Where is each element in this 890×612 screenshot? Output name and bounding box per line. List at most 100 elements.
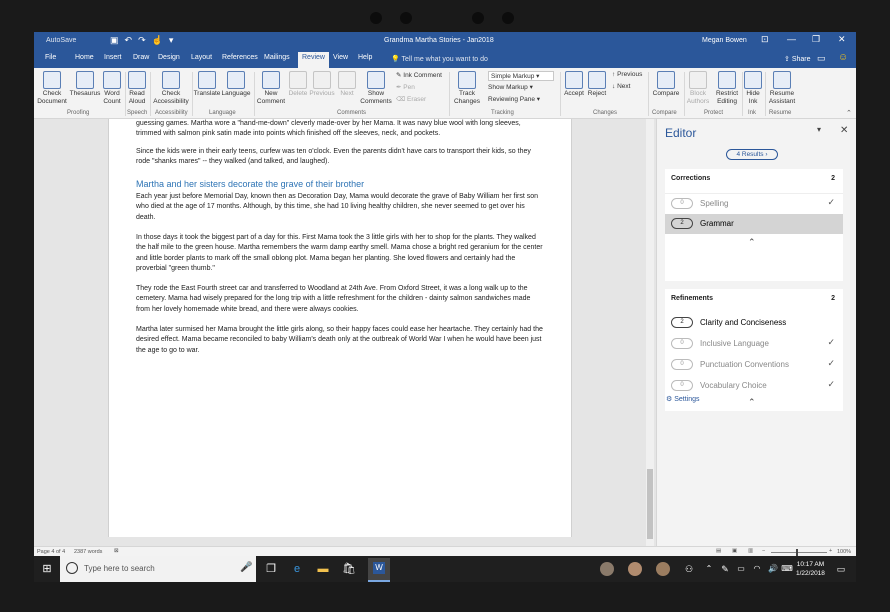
compare-button[interactable]: Compare (649, 71, 683, 98)
previous-comment-button[interactable]: Previous (308, 71, 336, 98)
edge-icon[interactable]: e (290, 562, 304, 576)
show-comments-button[interactable]: Show Comments (358, 71, 394, 106)
share-button[interactable]: ⇪ Share (784, 55, 811, 63)
reject-button[interactable]: Reject (585, 71, 609, 98)
tab-view[interactable]: View (333, 54, 348, 61)
pen-button[interactable]: ✒ Pen (396, 83, 415, 91)
language-button[interactable]: Language (221, 71, 251, 98)
volume-icon[interactable]: 🔊 (766, 562, 780, 576)
print-layout-icon[interactable]: ▣ (732, 548, 737, 554)
save-icon[interactable]: ▣ (110, 35, 119, 46)
tab-help[interactable]: Help (358, 54, 372, 61)
touch-mode-icon[interactable]: ☝ (152, 35, 163, 46)
keyboard-icon[interactable]: ⌨ (780, 562, 794, 576)
scrollbar-thumb[interactable] (647, 469, 653, 539)
reviewing-pane-button[interactable]: Reviewing Pane ▾ (488, 95, 540, 103)
word-count[interactable]: 2387 words (74, 549, 102, 555)
document-page[interactable]: guessing games. Martha wore a "hand-me-d… (108, 119, 572, 537)
people-avatar[interactable] (656, 562, 670, 576)
read-mode-icon[interactable]: ▤ (716, 548, 721, 554)
refinement-vocabulary[interactable]: 0 Vocabulary Choice ✓ (665, 376, 843, 396)
refinement-clarity[interactable]: 2 Clarity and Conciseness (665, 313, 843, 333)
resume-assistant-button[interactable]: Resume Assistant (766, 71, 798, 106)
people-avatar[interactable] (628, 562, 642, 576)
smiley-feedback-icon[interactable]: ☺ (838, 52, 848, 63)
store-icon[interactable]: 🛍 (342, 562, 356, 576)
zoom-out-icon[interactable]: − (762, 548, 765, 554)
ribbon-display-icon[interactable]: ⊡ (761, 34, 769, 45)
delete-comment-button[interactable]: Delete (286, 71, 310, 98)
hide-ink-button[interactable]: Hide Ink (742, 71, 764, 106)
tab-insert[interactable]: Insert (104, 54, 122, 61)
undo-icon[interactable]: ↶ (125, 35, 133, 46)
vertical-scrollbar[interactable] (646, 119, 654, 546)
user-name[interactable]: Megan Bowen (702, 37, 747, 44)
translate-button[interactable]: Translate (192, 71, 222, 98)
tab-home[interactable]: Home (75, 54, 94, 61)
autosave-toggle[interactable]: AutoSave (46, 37, 76, 44)
new-comment-button[interactable]: New Comment (254, 71, 288, 106)
previous-change-button[interactable]: ↑ Previous (612, 71, 642, 78)
microphone-icon[interactable]: 🎤 (240, 562, 252, 573)
correction-grammar[interactable]: 2 Grammar (665, 214, 843, 234)
tab-references[interactable]: References (222, 54, 258, 61)
refinement-punctuation[interactable]: 0 Punctuation Conventions ✓ (665, 355, 843, 375)
settings-link[interactable]: ⚙ Settings (666, 395, 700, 403)
tab-layout[interactable]: Layout (191, 54, 212, 61)
customize-qat-icon[interactable]: ▾ (169, 35, 174, 46)
zoom-slider[interactable] (771, 549, 827, 556)
next-comment-button[interactable]: Next (336, 71, 358, 98)
word-taskbar-icon[interactable]: W (368, 558, 390, 582)
check-accessibility-button[interactable]: Check Accessibility (151, 71, 191, 106)
taskbar-clock[interactable]: 10:17 AM 1/22/2018 (796, 560, 825, 578)
tab-design[interactable]: Design (158, 54, 180, 61)
collapse-chevron-icon[interactable]: ⌃ (748, 237, 756, 248)
pane-options-icon[interactable]: ▾ (817, 125, 821, 134)
markup-view-select[interactable]: Simple Markup ▾ (488, 71, 554, 81)
collapse-ribbon-icon[interactable]: ⌃ (846, 109, 852, 117)
comments-icon[interactable]: ▭ (817, 53, 826, 64)
proofing-status-icon[interactable]: ⊠ (114, 548, 119, 554)
people-icon[interactable]: ⚇ (682, 562, 696, 576)
zoom-level[interactable]: 100% (837, 549, 851, 555)
tell-me-search[interactable]: 💡 Tell me what you want to do (391, 55, 488, 63)
restrict-editing-button[interactable]: Restrict Editing (711, 71, 743, 106)
tab-draw[interactable]: Draw (133, 54, 149, 61)
minimize-button[interactable]: — (787, 34, 796, 44)
refinement-inclusive-language[interactable]: 0 Inclusive Language ✓ (665, 334, 843, 354)
eraser-button[interactable]: ⌫ Eraser (396, 95, 426, 103)
file-explorer-icon[interactable]: ▬ (316, 562, 330, 576)
windows-start-icon[interactable]: ⊞ (40, 562, 54, 576)
zoom-slider-thumb[interactable] (796, 549, 798, 556)
restore-button[interactable]: ❐ (812, 34, 820, 45)
taskbar-search[interactable]: Type here to search 🎤 (60, 556, 256, 582)
correction-spelling[interactable]: 0 Spelling ✓ (665, 193, 843, 214)
show-markup-button[interactable]: Show Markup ▾ (488, 83, 533, 91)
action-center-icon[interactable]: ▭ (834, 562, 848, 576)
close-button[interactable]: ✕ (838, 34, 846, 45)
results-button[interactable]: 4 Results › (726, 149, 778, 160)
pen-workspace-icon[interactable]: ✎ (718, 562, 732, 576)
zoom-in-icon[interactable]: + (829, 548, 832, 554)
page-indicator[interactable]: Page 4 of 4 (37, 549, 65, 555)
track-changes-button[interactable]: Track Changes (450, 71, 484, 106)
redo-icon[interactable]: ↷ (138, 35, 146, 46)
task-view-icon[interactable]: ❐ (264, 562, 278, 576)
read-aloud-button[interactable]: Read Aloud (126, 71, 148, 106)
next-change-button[interactable]: ↓ Next (612, 83, 630, 90)
word-count-button[interactable]: Word Count (101, 71, 123, 106)
close-icon[interactable]: ✕ (840, 125, 848, 136)
ink-comment-button[interactable]: ✎ Ink Comment (396, 71, 442, 79)
tab-review[interactable]: Review (298, 52, 329, 68)
thesaurus-button[interactable]: Thesaurus (68, 71, 102, 98)
accept-button[interactable]: Accept (562, 71, 586, 98)
check-document-button[interactable]: Check Document (36, 71, 68, 106)
wifi-icon[interactable]: ◠ (750, 562, 764, 576)
tab-mailings[interactable]: Mailings (264, 54, 290, 61)
battery-icon[interactable]: ▭ (734, 562, 748, 576)
collapse-chevron-icon[interactable]: ⌃ (748, 397, 756, 408)
tab-file[interactable]: File (45, 54, 56, 61)
block-authors-button[interactable]: Block Authors (683, 71, 713, 106)
web-layout-icon[interactable]: ▥ (748, 548, 753, 554)
people-avatar[interactable] (600, 562, 614, 576)
